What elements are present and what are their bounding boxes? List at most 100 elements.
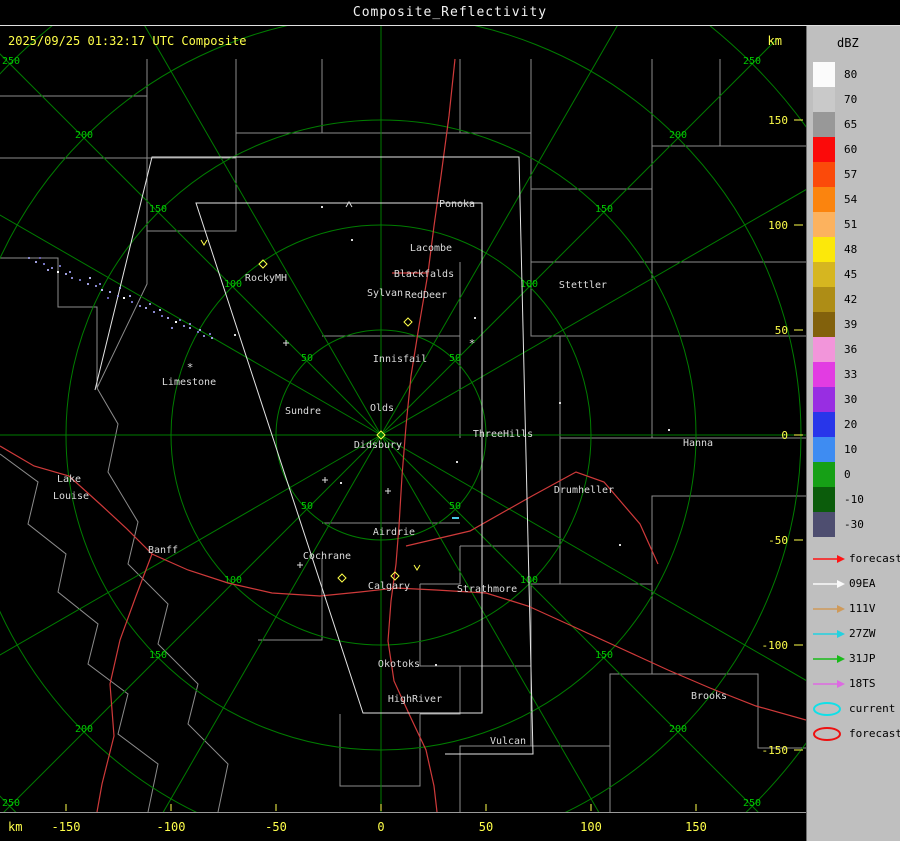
colorbar-cell: 80 [813,62,864,87]
place-label: Stettler [559,280,607,291]
county-line [0,258,97,388]
echo-pixel [189,323,191,325]
colorbar-value-label: -30 [844,512,864,537]
echo-pixel [43,263,45,265]
town-dot-icon [619,544,621,546]
echo-pixel [87,283,89,285]
colorbar-value-label: 20 [844,412,857,437]
place-label: Airdrie [373,527,415,538]
range-label: 50 [301,353,313,364]
colorbar-value-label: 0 [844,462,851,487]
county-line [420,546,460,584]
bottom-axis-label: -150 [52,820,81,834]
right-axis-unit-label: km [768,34,782,48]
place-label: HighRiver [388,694,442,705]
colorbar-cell: 0 [813,462,864,487]
radar-map-canvas[interactable]: 5010015020025050100150200250501001502002… [0,26,806,812]
window-titlebar: Composite_Reflectivity [0,0,900,26]
colorbar-cell: 10 [813,437,864,462]
legend-item-31JP: 31JP [811,646,900,671]
echo-pixel [161,315,163,317]
range-label: 250 [743,56,761,67]
county-line [460,59,531,133]
colorbar-value-label: 30 [844,387,857,412]
storm-track-legend: forecast09EA111V27ZW31JP18TScurrentforec… [811,546,900,746]
echo-pixel [99,283,101,285]
vee-marker-icon [201,240,207,245]
right-axis-label: 100 [768,219,788,232]
echo-pixel [57,271,59,273]
colorbar-swatch [813,387,835,412]
azimuth-spoke [101,435,381,812]
highway-line [97,554,152,812]
town-dot-icon [456,461,458,463]
echo-pixel [117,295,119,297]
echo-pixel [51,267,53,269]
place-label: Strathmore [457,584,517,595]
echo-pixel [71,277,73,279]
colorbar-swatch [813,162,835,187]
highway-line [406,472,658,564]
vee-marker-icon [414,565,420,570]
range-label: 100 [520,279,538,290]
track-arrow-icon [811,626,847,642]
right-axis-label: 50 [775,324,788,337]
range-label: 200 [669,724,687,735]
track-arrow-icon [811,676,847,692]
colorbar-swatch [813,112,835,137]
echo-pixel [69,271,71,273]
track-ellipse-icon [811,701,847,717]
place-label: RedDeer [405,290,447,301]
colorbar-cell: 70 [813,87,864,112]
colorbar-value-label: 51 [844,212,857,237]
radar-display[interactable]: 5010015020025050100150200250501001502002… [0,26,806,812]
range-label: 200 [75,130,93,141]
echo-pixel [167,317,169,319]
town-dot-icon [559,402,561,404]
place-label: Okotoks [378,659,420,670]
place-label: Didsbury [354,440,402,451]
colorbar-value-label: 39 [844,312,857,337]
right-axis-label: -150 [762,744,789,757]
colorbar-swatch [813,512,835,537]
place-label: Sundre [285,406,321,417]
place-label: Brooks [691,691,727,702]
colorbar-swatch [813,62,835,87]
colorbar-swatch [813,262,835,287]
range-label: 200 [75,724,93,735]
colorbar-cell: 20 [813,412,864,437]
colorbar-swatch [813,487,835,512]
place-label: Olds [370,403,394,414]
colorbar-cell: 65 [813,112,864,137]
colorbar-cell: 51 [813,212,864,237]
place-label: Limestone [162,377,216,388]
colorbar-swatch [813,237,835,262]
range-label: 150 [149,204,167,215]
right-axis-label: 150 [768,114,788,127]
place-label: Banff [148,545,178,556]
county-line [258,558,322,640]
azimuth-spoke [381,435,806,715]
right-axis-label: 0 [781,429,788,442]
legend-item-label: forecast [849,552,900,565]
place-label: Sylvan [367,288,403,299]
right-axis-label: -50 [768,534,788,547]
range-label: 250 [2,798,20,809]
echo-streak [452,517,459,519]
bottom-axis-label: 50 [479,820,493,834]
county-line [531,59,652,189]
azimuth-spoke [0,155,381,435]
coverage-outline [95,157,533,754]
colorbar-swatch [813,362,835,387]
track-arrow-icon [811,601,847,617]
azimuth-spoke [101,26,381,435]
legend-item-label: 111V [849,602,876,615]
range-label: 50 [449,353,461,364]
bottom-axis-label: -100 [157,820,186,834]
colorbar-swatch [813,212,835,237]
legend-item-111V: 111V [811,596,900,621]
echo-pixel [203,335,205,337]
bottom-axis-label: 100 [580,820,602,834]
colorbar-value-label: 33 [844,362,857,387]
echo-pixel [39,257,41,259]
